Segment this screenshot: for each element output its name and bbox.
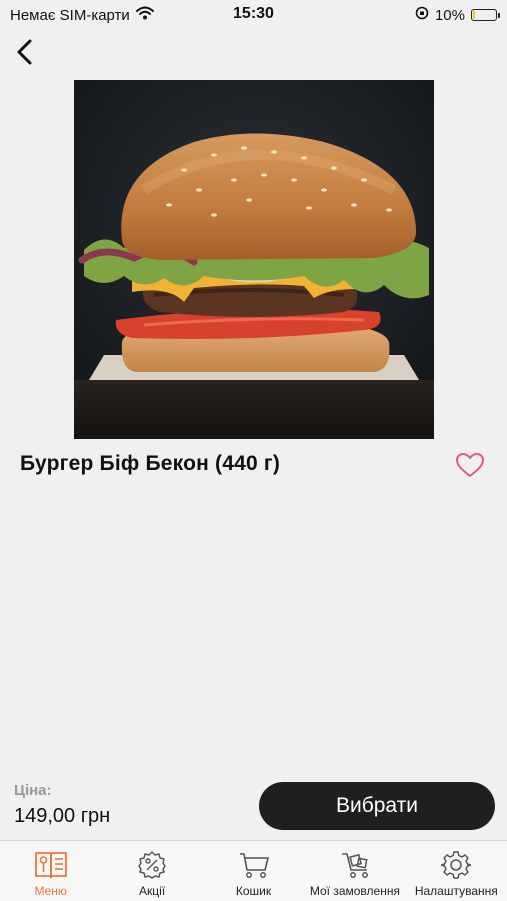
favorite-button[interactable] (453, 450, 487, 480)
status-bar: Немає SIM-карти 15:30 10% (0, 0, 507, 28)
tab-menu[interactable]: Меню (0, 841, 101, 901)
tab-bar: Меню Акції Кошик Мої замовлення Налаштув… (0, 840, 507, 901)
orientation-lock-icon (415, 6, 429, 24)
burger-photo (74, 80, 434, 439)
tab-orders[interactable]: Мої замовлення (304, 841, 405, 901)
tab-promotions[interactable]: Акції (101, 841, 202, 901)
price-label: Ціна: (14, 782, 52, 799)
orders-icon (338, 848, 372, 882)
tab-label: Мої замовлення (309, 884, 400, 898)
tab-cart[interactable]: Кошик (203, 841, 304, 901)
battery-icon (471, 9, 500, 21)
tab-label: Меню (34, 884, 67, 898)
product-image (74, 80, 434, 439)
product-title: Бургер Біф Бекон (440 г) (20, 452, 281, 475)
tab-label: Налаштування (414, 884, 498, 898)
chevron-left-icon (17, 39, 32, 65)
battery-percent: 10% (434, 6, 465, 24)
menu-book-icon (34, 848, 68, 882)
price-value: 149,00 грн (14, 805, 111, 827)
back-button[interactable] (10, 36, 40, 68)
tab-settings[interactable]: Налаштування (406, 841, 507, 901)
settings-icon (439, 848, 473, 882)
discount-icon (135, 848, 169, 882)
heart-icon (456, 453, 484, 477)
status-right: 10% (415, 6, 500, 24)
select-button[interactable]: Вибрати (259, 782, 495, 830)
tab-label: Кошик (235, 884, 272, 898)
tab-label: Акції (139, 884, 166, 898)
cart-icon (237, 848, 271, 882)
